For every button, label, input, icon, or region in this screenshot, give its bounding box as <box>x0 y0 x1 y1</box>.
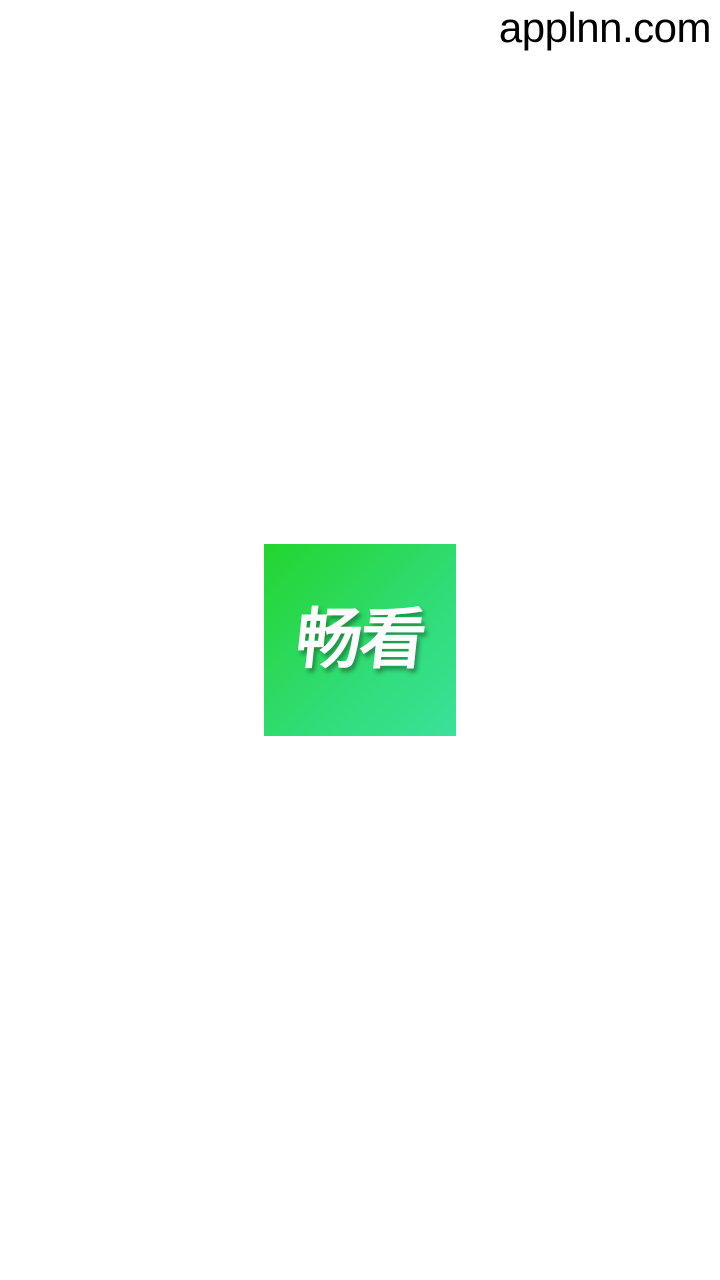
app-logo: 畅看 <box>264 544 456 736</box>
app-logo-text: 畅看 <box>292 601 429 678</box>
splash-screen: applnn.com 畅看 <box>0 0 720 1280</box>
watermark-text: applnn.com <box>498 4 712 51</box>
